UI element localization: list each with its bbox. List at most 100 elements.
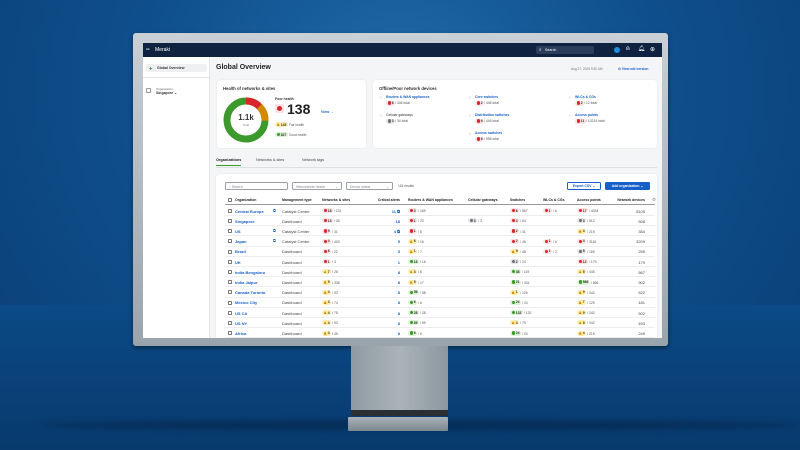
org-link[interactable]: US CA [235,311,247,316]
offline-item[interactable]: ⁘ WLCs & CGs 2/ 12 total [568,95,658,109]
offline-item-label[interactable]: Access switches [475,131,502,135]
row-checkbox[interactable] [228,239,232,244]
column-header[interactable]: Critical alerts [378,198,400,202]
sw-cell: 3/ 79 [510,320,526,325]
routers-cell: 6/ 6 [408,330,422,336]
table-search-input[interactable]: ⌕ Search [225,182,288,190]
column-header[interactable]: Cellular gateways [468,198,498,202]
column-header[interactable]: Routers & WAN appliances [408,198,453,202]
critical-alerts-link[interactable]: 8 [398,270,400,275]
tab-organizations[interactable]: Organizations [216,158,242,166]
external-link-icon[interactable]: ⧉ [273,228,276,233]
org-link[interactable]: Singapore [235,219,255,224]
column-header[interactable]: Organization [235,198,256,202]
column-header[interactable]: Networks & sites [322,198,350,202]
column-header[interactable]: Switches [510,198,525,202]
column-header[interactable]: Access points [577,198,601,202]
org-link[interactable]: India Jaipur [235,280,257,285]
routers-cell: 1/ 23 [408,218,424,223]
offline-item[interactable]: ⁘ Core switches 2/ 446 total [468,95,558,109]
view-old-version-link[interactable]: ⊙ View old version [618,67,649,71]
settings-gear-icon[interactable]: ⚙ [652,197,656,203]
row-checkbox[interactable] [228,259,232,264]
external-link-icon[interactable]: ⧉ [273,208,276,213]
nets-cell: 1/ 3 [322,259,336,264]
critical-alerts-link[interactable]: 8 [398,331,400,336]
assistant-icon[interactable] [614,46,620,53]
row-checkbox[interactable] [228,290,232,295]
tab-network-tags[interactable]: Network tags [302,158,324,165]
critical-alerts-link[interactable]: 8 [398,280,400,285]
row-checkbox[interactable] [228,300,232,305]
row-checkbox[interactable] [228,310,232,315]
view-poor-link[interactable]: View → [321,110,334,114]
critical-alerts-link[interactable]: 3 [398,249,400,254]
row-checkbox[interactable] [228,320,232,325]
column-header[interactable]: WLCs & CGs [543,198,565,202]
select-all-checkbox[interactable] [228,197,232,202]
org-link[interactable]: Central Europe [235,209,264,214]
sidebar-item-global-overview[interactable]: ✚ Global Overview [146,64,207,72]
org-link[interactable]: Africa [235,331,246,336]
row-checkbox[interactable] [228,331,232,336]
total: / 567 [520,209,528,214]
globe-icon[interactable]: ⊕ [650,46,655,53]
column-header[interactable]: Management type [282,198,312,202]
tab-networks-sites[interactable]: Networks & sites [256,158,284,165]
offline-item[interactable]: ⁘ Distribution switches 6/ 446 total [468,113,558,127]
bell-icon[interactable]: 🔔︎ [638,46,645,52]
critical-alerts-link[interactable]: 8 [398,311,400,316]
badge-count: 21 [515,280,520,285]
org-selector[interactable]: Singapore ⌄ [156,91,177,95]
critical-alerts-link[interactable]: 8 [398,321,400,326]
row-checkbox[interactable] [228,269,232,274]
org-link[interactable]: India Bengaluru [235,270,265,275]
critical-alerts-link[interactable]: 8 [398,290,400,295]
total: / 24 [521,301,528,306]
row-checkbox[interactable] [228,218,232,223]
total: / 78 [332,311,338,316]
health-filter-dropdown[interactable]: Network/site health ⌄ [292,182,342,190]
badge-count: 5 [582,269,585,274]
offline-item-label[interactable]: Access points [575,113,598,117]
offline-item[interactable]: ⁘ Cellular gateways 3/ 34 total [379,113,469,127]
offline-item-label[interactable]: Routers & WAN appliances [386,95,430,99]
row-checkbox[interactable] [228,280,232,285]
offline-item[interactable]: ⁘ Access switches 6/ 996 total [468,131,558,145]
org-link[interactable]: Brazil [235,249,246,254]
offline-count-badge: 2 [475,100,485,106]
status-filter-dropdown[interactable]: Device status ⌄ [346,182,393,190]
user-icon[interactable]: ⍝ [626,46,630,53]
row-checkbox[interactable] [228,229,232,234]
org-link[interactable]: US NY [235,321,247,326]
export-csv-button[interactable]: Export CSV ⌄ [567,182,601,190]
network-devices-count: 493 [638,320,645,326]
critical-alerts-link[interactable]: 1 [398,260,400,265]
critical-alerts-link[interactable]: 11 ⧉ [392,209,400,214]
add-organization-button[interactable]: Add organization ⌄ [605,182,650,190]
status-badge: 21 [510,279,521,285]
network-devices-count: 181 [638,300,645,306]
critical-alerts-link[interactable]: 4 ⧉ [394,229,400,234]
offline-item-label[interactable]: Distribution switches [475,113,509,117]
row-checkbox[interactable] [228,208,232,213]
tabs-divider [216,167,657,168]
org-link[interactable]: US [235,229,241,234]
org-link[interactable]: Canada Toronto [235,290,265,295]
critical-alerts-link[interactable]: 5 [398,239,400,244]
total: / 17 [418,280,424,285]
org-link[interactable]: UK [235,260,241,265]
row-checkbox[interactable] [228,249,232,254]
search-input[interactable]: ⌕ Search [536,46,594,54]
critical-alerts-link[interactable]: 8 [398,300,400,305]
total: / 2 [553,250,557,255]
offline-item-label[interactable]: WLCs & CGs [575,95,596,99]
offline-item[interactable]: ⁘ Routers & WAN appliances 6/ 346 total [379,95,469,109]
offline-item[interactable]: ⁘ Access points 11/ 10214 total [568,113,658,127]
external-link-icon[interactable]: ⧉ [273,238,276,243]
column-header[interactable]: Network devices [617,198,645,202]
org-link[interactable]: Japan [235,239,247,244]
org-link[interactable]: Mexico City [235,300,257,305]
offline-item-label[interactable]: Core switches [475,95,498,99]
critical-alerts-link[interactable]: 18 [396,219,400,224]
